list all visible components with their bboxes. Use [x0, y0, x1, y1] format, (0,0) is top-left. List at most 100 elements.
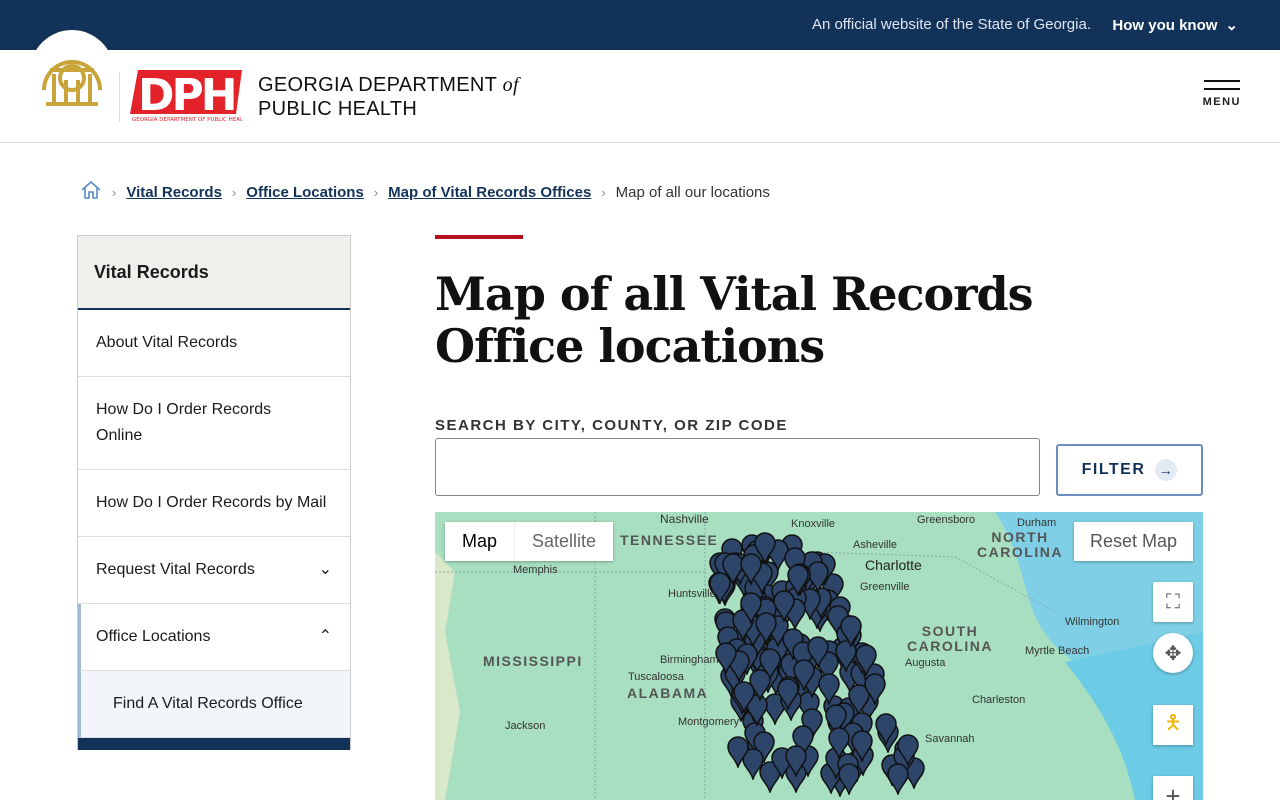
menu-label: MENU	[1202, 96, 1241, 108]
logo-divider	[119, 72, 120, 122]
svg-text:DPH: DPH	[138, 70, 235, 121]
location-marker[interactable]	[817, 672, 840, 707]
city-label: Montgomery	[678, 716, 740, 728]
map-type-map-button[interactable]: Map	[445, 522, 516, 561]
location-marker[interactable]	[827, 727, 850, 761]
state-label: MISSISSIPPI	[483, 653, 583, 669]
city-label: Asheville	[853, 539, 898, 551]
org-name-of: of	[502, 74, 519, 96]
location-marker[interactable]	[864, 673, 887, 707]
sidebar-item-about[interactable]: About Vital Records	[78, 310, 350, 377]
map-type-satellite-button[interactable]: Satellite	[515, 522, 613, 561]
official-text: An official website of the State of Geor…	[811, 16, 1091, 33]
how-you-know-toggle[interactable]: How you know ⌄	[1112, 16, 1238, 35]
city-label: Wilmington	[1065, 616, 1120, 628]
org-name[interactable]: GEORGIA DEPARTMENT of PUBLIC HEALTH	[258, 73, 519, 121]
location-marker[interactable]	[875, 713, 898, 747]
menu-button[interactable]: MENU	[1203, 80, 1241, 108]
location-marker[interactable]	[776, 678, 799, 712]
city-label: Jackson	[505, 720, 546, 732]
sidebar-item-request[interactable]: Request Vital Records ⌄	[78, 537, 350, 604]
zoom-in-button[interactable]: +	[1153, 776, 1193, 800]
sidebar-title[interactable]: Vital Records	[78, 236, 350, 310]
pegman-icon[interactable]: 🯅	[1153, 705, 1193, 745]
state-label: ALABAMA	[627, 685, 709, 701]
hamburger-icon	[1203, 80, 1241, 90]
official-banner: An official website of the State of Geor…	[0, 0, 1280, 50]
chevron-right-icon: ›	[601, 184, 606, 200]
location-marker[interactable]	[838, 763, 860, 797]
sidebar-nav: Vital Records About Vital Records How Do…	[77, 235, 351, 750]
camera-pan-icon[interactable]: ✥	[1153, 633, 1193, 673]
search-input[interactable]	[435, 438, 1040, 496]
city-label: Myrtle Beach	[1025, 645, 1090, 657]
chevron-right-icon: ›	[373, 184, 379, 200]
org-name-line2: PUBLIC HEALTH	[258, 98, 418, 120]
sidebar-item-label: How Do I Order Records by Mail	[96, 494, 327, 511]
city-label: Birmingham	[660, 654, 719, 666]
state-label: NORTH CAROLINA	[977, 529, 1063, 560]
location-marker[interactable]	[896, 734, 919, 768]
sidebar-subitem-find-office[interactable]: Find A Vital Records Office	[78, 671, 350, 738]
filter-button[interactable]: FILTER →	[1056, 444, 1203, 496]
sidebar-item-label: About Vital Records	[96, 334, 238, 351]
location-marker[interactable]	[739, 553, 762, 587]
sidebar-item-order-online[interactable]: How Do I Order Records Online	[78, 377, 350, 470]
location-marker[interactable]	[784, 745, 807, 779]
city-label: Charlotte	[865, 557, 922, 573]
location-marker[interactable]	[727, 736, 749, 770]
georgia-seal-logo[interactable]	[30, 30, 114, 114]
state-label: TENNESSEE	[620, 532, 719, 548]
city-label: Savannah	[925, 733, 975, 745]
city-label: Durham	[1017, 517, 1057, 529]
chevron-up-icon[interactable]: ⌃	[319, 624, 332, 650]
dph-logo[interactable]: DPH GEORGIA DEPARTMENT OF PUBLIC HEALTH	[130, 70, 250, 127]
chevron-down-icon[interactable]: ⌄	[319, 557, 332, 583]
title-accent-line	[435, 235, 523, 239]
filter-label: FILTER	[1081, 461, 1146, 478]
arrow-right-icon: →	[1155, 459, 1178, 481]
location-marker[interactable]	[733, 680, 755, 715]
breadcrumb-map-offices[interactable]: Map of Vital Records Offices	[388, 184, 591, 201]
location-marker[interactable]	[840, 615, 862, 649]
city-label: Tuscaloosa	[628, 671, 684, 683]
location-marker[interactable]	[807, 636, 829, 670]
chevron-down-icon: ⌄	[1225, 17, 1238, 34]
location-marker[interactable]	[851, 730, 873, 764]
chevron-right-icon: ›	[231, 184, 237, 200]
city-label: Nashville	[660, 512, 709, 526]
sidebar-item-label: Find A Vital Records Office	[113, 695, 303, 712]
city-label: Greensboro	[917, 514, 976, 526]
breadcrumb: › Vital Records › Office Locations › Map…	[80, 180, 770, 204]
sidebar-item-order-mail[interactable]: How Do I Order Records by Mail	[78, 470, 350, 537]
city-label: Memphis	[513, 564, 558, 576]
chevron-right-icon: ›	[112, 184, 117, 200]
page-title: Map of all Vital Records Office location…	[435, 267, 1034, 373]
sidebar-item-label: How Do I Order Records Online	[96, 401, 272, 444]
search-label: SEARCH BY CITY, COUNTY, OR ZIP CODE	[435, 417, 788, 434]
sidebar-item-office-locations[interactable]: Office Locations ⌃	[78, 604, 350, 671]
how-you-know-label: How you know	[1112, 16, 1218, 34]
home-icon[interactable]	[80, 180, 102, 204]
breadcrumb-current: Map of all our locations	[615, 183, 770, 201]
breadcrumb-vital-records[interactable]: Vital Records	[126, 184, 222, 201]
city-label: Greenville	[860, 581, 910, 593]
org-name-line1: GEORGIA DEPARTMENT	[258, 74, 503, 96]
city-label: Charleston	[972, 694, 1026, 706]
city-label: Knoxville	[791, 518, 836, 530]
reset-map-button[interactable]: Reset Map	[1073, 522, 1193, 561]
breadcrumb-office-locations[interactable]: Office Locations	[246, 184, 364, 201]
sidebar-item-label: Office Locations	[96, 628, 211, 645]
location-marker[interactable]	[773, 590, 796, 624]
locations-map[interactable]: Nashville Knoxville Greensboro Durham As…	[435, 512, 1203, 800]
svg-text:GEORGIA DEPARTMENT OF PUBLIC H: GEORGIA DEPARTMENT OF PUBLIC HEALTH	[132, 117, 242, 122]
sidebar-active-item[interactable]	[78, 738, 350, 750]
sidebar-item-label: Request Vital Records	[96, 561, 255, 578]
location-marker[interactable]	[887, 762, 910, 796]
map-type-control: Map Satellite	[445, 522, 614, 561]
city-label: Augusta	[905, 657, 946, 669]
fullscreen-icon[interactable]: ⛶	[1153, 582, 1193, 622]
city-label: Huntsville	[668, 588, 716, 600]
state-label: SOUTH CAROLINA	[907, 623, 993, 654]
location-marker[interactable]	[740, 591, 762, 625]
